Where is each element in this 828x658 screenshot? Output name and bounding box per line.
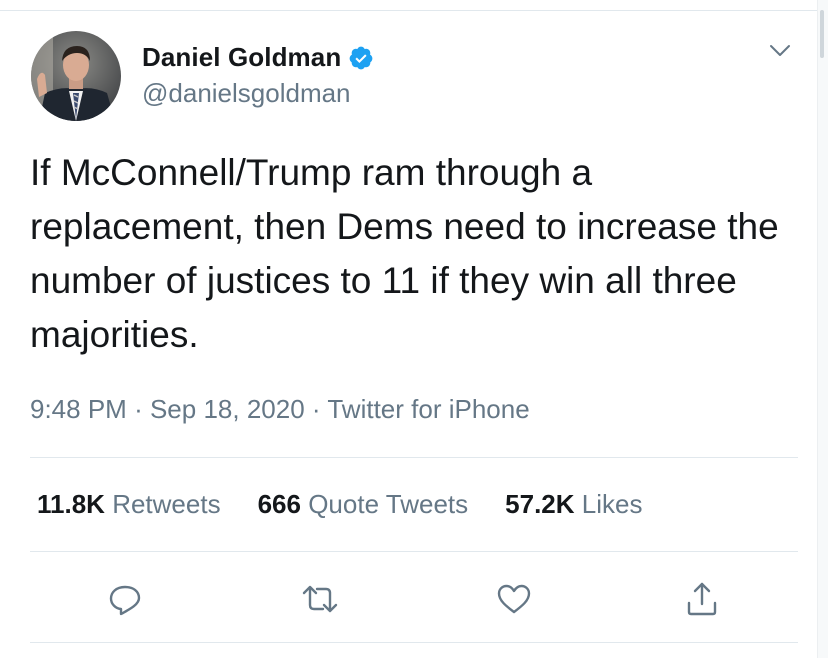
divider (30, 642, 798, 643)
likes-label: Likes (581, 489, 643, 519)
verified-badge-icon (348, 45, 374, 71)
top-divider (0, 10, 828, 11)
retweets-label: Retweets (112, 489, 221, 519)
avatar[interactable] (31, 31, 121, 121)
avatar-image (31, 31, 121, 121)
author-handle[interactable]: @danielsgoldman (142, 78, 351, 109)
reply-button[interactable] (105, 579, 145, 619)
tweet-stats: 11.8K Retweets 666 Quote Tweets 57.2K Li… (37, 489, 679, 520)
meta-separator: · (311, 394, 321, 424)
display-name[interactable]: Daniel Goldman (142, 42, 341, 73)
tweet-time[interactable]: 9:48 PM (30, 394, 127, 424)
like-icon (497, 584, 531, 614)
author-name-row[interactable]: Daniel Goldman (142, 42, 374, 73)
chevron-down-icon[interactable] (768, 42, 792, 60)
meta-separator: · (134, 394, 143, 424)
retweets-count: 11.8K (37, 489, 105, 519)
like-button[interactable] (494, 579, 534, 619)
quote-tweets-count: 666 (257, 489, 301, 519)
quote-tweets-stat[interactable]: 666 Quote Tweets (258, 489, 469, 520)
share-icon (687, 582, 717, 616)
retweet-button[interactable] (300, 579, 340, 619)
likes-stat[interactable]: 57.2K Likes (505, 489, 642, 520)
reply-icon (109, 585, 141, 616)
retweet-icon (302, 585, 338, 613)
divider (30, 551, 798, 552)
scrollbar[interactable] (817, 0, 828, 658)
tweet-meta: 9:48 PM · Sep 18, 2020 · Twitter for iPh… (30, 394, 530, 425)
tweet-text: If McConnell/Trump ram through a replace… (30, 152, 779, 355)
tweet-source[interactable]: Twitter for iPhone (327, 394, 529, 424)
tweet-date[interactable]: Sep 18, 2020 (150, 394, 305, 424)
retweets-stat[interactable]: 11.8K Retweets (37, 489, 221, 520)
share-button[interactable] (682, 579, 722, 619)
tweet-actions (0, 579, 828, 619)
quote-tweets-label: Quote Tweets (308, 489, 469, 519)
likes-count: 57.2K (505, 489, 575, 519)
divider (30, 457, 798, 458)
